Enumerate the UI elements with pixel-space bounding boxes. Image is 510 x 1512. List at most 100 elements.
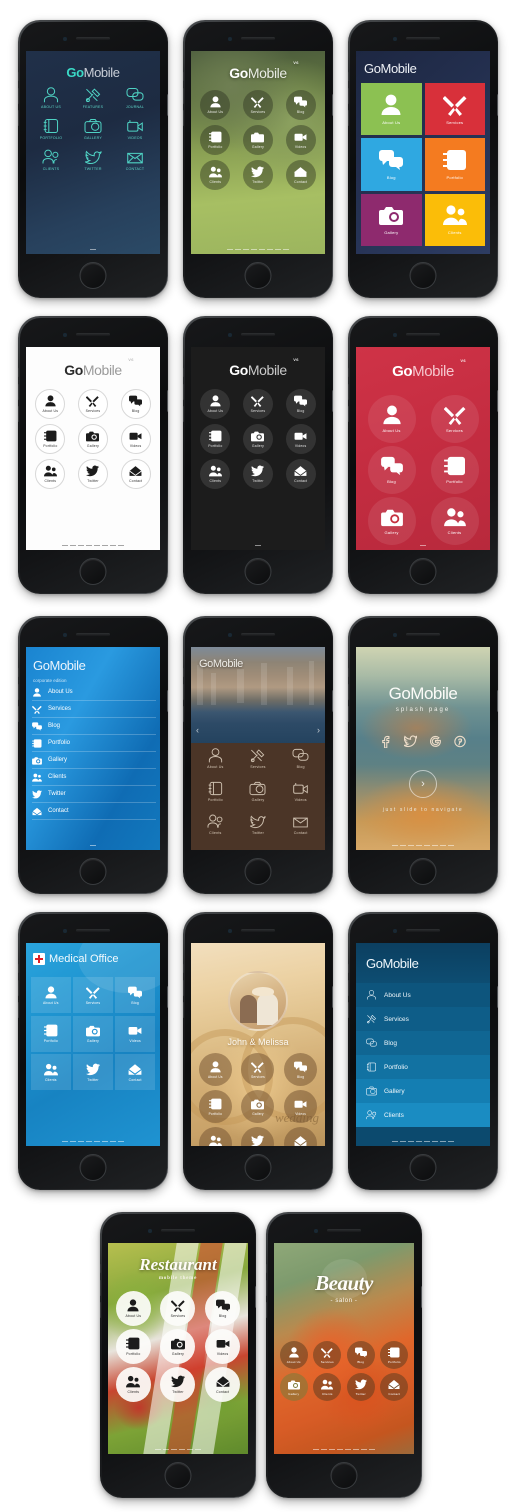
phone-green-photo[interactable]: GoMobile V6 About Us Services Blog Portfo…	[183, 20, 333, 298]
menu-item-journal[interactable]: JOURNAL	[114, 87, 156, 109]
tile-portfolio[interactable]: Portfolio	[424, 138, 485, 191]
tile-contact[interactable]: Contact	[115, 1054, 155, 1090]
menu-item-videos[interactable]: VIDEOS	[114, 118, 156, 140]
menu-item-services[interactable]: Services	[237, 1053, 280, 1086]
twitter-icon[interactable]	[404, 735, 417, 748]
menu-item-about-us[interactable]: About Us	[277, 1341, 311, 1369]
list-item-portfolio[interactable]: Portfolio	[356, 1055, 490, 1079]
phone-medical-office[interactable]: Medical Office About Us Services Blog Po…	[18, 912, 168, 1190]
menu-item-gallery[interactable]: Gallery	[72, 424, 115, 454]
volume-up-button[interactable]	[183, 88, 184, 104]
menu-item-services[interactable]: Services	[311, 1341, 345, 1369]
mute-switch[interactable]	[348, 668, 349, 677]
phone-restaurant[interactable]: Restaurant mobile theme About Us Service…	[100, 1212, 256, 1498]
menu-item-gallery[interactable]: Gallery	[156, 1329, 201, 1364]
menu-item-gallery[interactable]: Gallery	[237, 1090, 280, 1123]
list-item-about-us[interactable]: About Us	[356, 983, 490, 1007]
volume-down-button[interactable]	[18, 706, 19, 722]
power-button[interactable]	[332, 690, 333, 712]
phone-dark-outline[interactable]: GoMobile ABOUT US FEATURES JOURNAL PORTF…	[18, 20, 168, 298]
menu-item-portfolio[interactable]: Portfolio	[111, 1329, 156, 1364]
list-item-services[interactable]: Services	[356, 1007, 490, 1031]
menu-item-features[interactable]: FEATURES	[72, 87, 114, 109]
page-indicator[interactable]	[26, 544, 160, 546]
volume-up-button[interactable]	[183, 980, 184, 996]
menu-item-contact[interactable]: Contact	[114, 459, 157, 489]
mute-switch[interactable]	[183, 368, 184, 377]
list-item-services[interactable]: Services	[32, 701, 156, 718]
mute-switch[interactable]	[18, 964, 19, 973]
mute-switch[interactable]	[348, 368, 349, 377]
home-button[interactable]	[409, 1154, 437, 1181]
menu-item-services[interactable]: Services	[237, 90, 280, 120]
menu-item-portfolio[interactable]: Portfolio	[194, 125, 237, 155]
menu-item-twitter[interactable]: Twitter	[237, 160, 280, 190]
power-button[interactable]	[332, 94, 333, 116]
menu-item-clients[interactable]: Clients	[311, 1373, 345, 1401]
home-button[interactable]	[244, 558, 272, 585]
tile-gallery[interactable]: Gallery	[73, 1015, 113, 1052]
volume-down-button[interactable]	[183, 110, 184, 126]
phone-venice-brown[interactable]: ‹ › GoMobile About Us Services Blog Port…	[183, 616, 333, 894]
list-item-clients[interactable]: Clients	[356, 1103, 490, 1127]
home-button[interactable]	[244, 262, 272, 289]
volume-down-button[interactable]	[348, 706, 349, 722]
menu-item-services[interactable]: Services	[237, 389, 280, 419]
list-item-gallery[interactable]: Gallery	[356, 1079, 490, 1103]
menu-item-contact[interactable]: Contact	[279, 1127, 322, 1146]
power-button[interactable]	[497, 390, 498, 412]
menu-item-services[interactable]: Services	[156, 1291, 201, 1326]
menu-item-contact[interactable]: Contact	[279, 160, 322, 190]
tile-about-us[interactable]: About Us	[31, 977, 71, 1013]
volume-up-button[interactable]	[183, 384, 184, 400]
tile-clients[interactable]: Clients	[31, 1054, 71, 1090]
volume-down-button[interactable]	[266, 1302, 267, 1318]
page-indicator[interactable]	[26, 248, 160, 250]
page-indicator[interactable]	[274, 1448, 414, 1450]
power-button[interactable]	[497, 986, 498, 1008]
mute-switch[interactable]	[18, 368, 19, 377]
home-button[interactable]	[330, 1462, 358, 1489]
menu-item-about-us[interactable]: About Us	[111, 1291, 156, 1326]
page-indicator[interactable]	[26, 1140, 160, 1142]
menu-item-blog[interactable]: Blog	[279, 1053, 322, 1086]
slider-prev-button[interactable]: ‹	[196, 725, 199, 735]
list-item-clients[interactable]: Clients	[32, 769, 156, 786]
volume-up-button[interactable]	[18, 684, 19, 700]
volume-down-button[interactable]	[348, 406, 349, 422]
home-button[interactable]	[79, 1154, 107, 1181]
tile-gallery[interactable]: Gallery	[361, 193, 422, 246]
volume-up-button[interactable]	[348, 88, 349, 104]
menu-item-clients[interactable]: Clients	[423, 497, 486, 545]
menu-item-portfolio[interactable]: Portfolio	[194, 1090, 237, 1123]
page-indicator[interactable]	[356, 544, 490, 546]
menu-item-clients[interactable]: Clients	[194, 814, 237, 835]
slider-next-button[interactable]: ›	[317, 725, 320, 735]
tile-services[interactable]: Services	[424, 83, 485, 136]
list-item-blog[interactable]: Blog	[356, 1031, 490, 1055]
menu-item-portfolio[interactable]: Portfolio	[29, 424, 72, 454]
menu-item-portfolio[interactable]: Portfolio	[194, 781, 237, 802]
page-indicator[interactable]	[191, 544, 325, 546]
volume-down-button[interactable]	[348, 1002, 349, 1018]
menu-item-twitter[interactable]: Twitter	[72, 459, 115, 489]
menu-item-blog[interactable]: Blog	[279, 389, 322, 419]
menu-item-blog[interactable]: Blog	[279, 748, 322, 769]
mute-switch[interactable]	[18, 72, 19, 81]
pinterest-icon[interactable]	[454, 735, 466, 748]
phone-black-dark[interactable]: GoMobile V6 About Us Services Blog Portfo…	[183, 316, 333, 594]
menu-item-videos[interactable]: Videos	[200, 1329, 245, 1364]
menu-item-gallery[interactable]: Gallery	[277, 1373, 311, 1401]
mute-switch[interactable]	[348, 964, 349, 973]
home-button[interactable]	[409, 262, 437, 289]
menu-item-twitter[interactable]: Twitter	[156, 1367, 201, 1402]
volume-down-button[interactable]	[183, 406, 184, 422]
list-item-portfolio[interactable]: Portfolio	[32, 735, 156, 752]
volume-down-button[interactable]	[18, 1002, 19, 1018]
menu-item-about-us[interactable]: About Us	[194, 90, 237, 120]
volume-up-button[interactable]	[348, 980, 349, 996]
menu-item-gallery[interactable]: Gallery	[237, 424, 280, 454]
tile-blog[interactable]: Blog	[115, 977, 155, 1013]
menu-item-clients[interactable]: CLIENTS	[30, 149, 72, 171]
power-button[interactable]	[167, 94, 168, 116]
